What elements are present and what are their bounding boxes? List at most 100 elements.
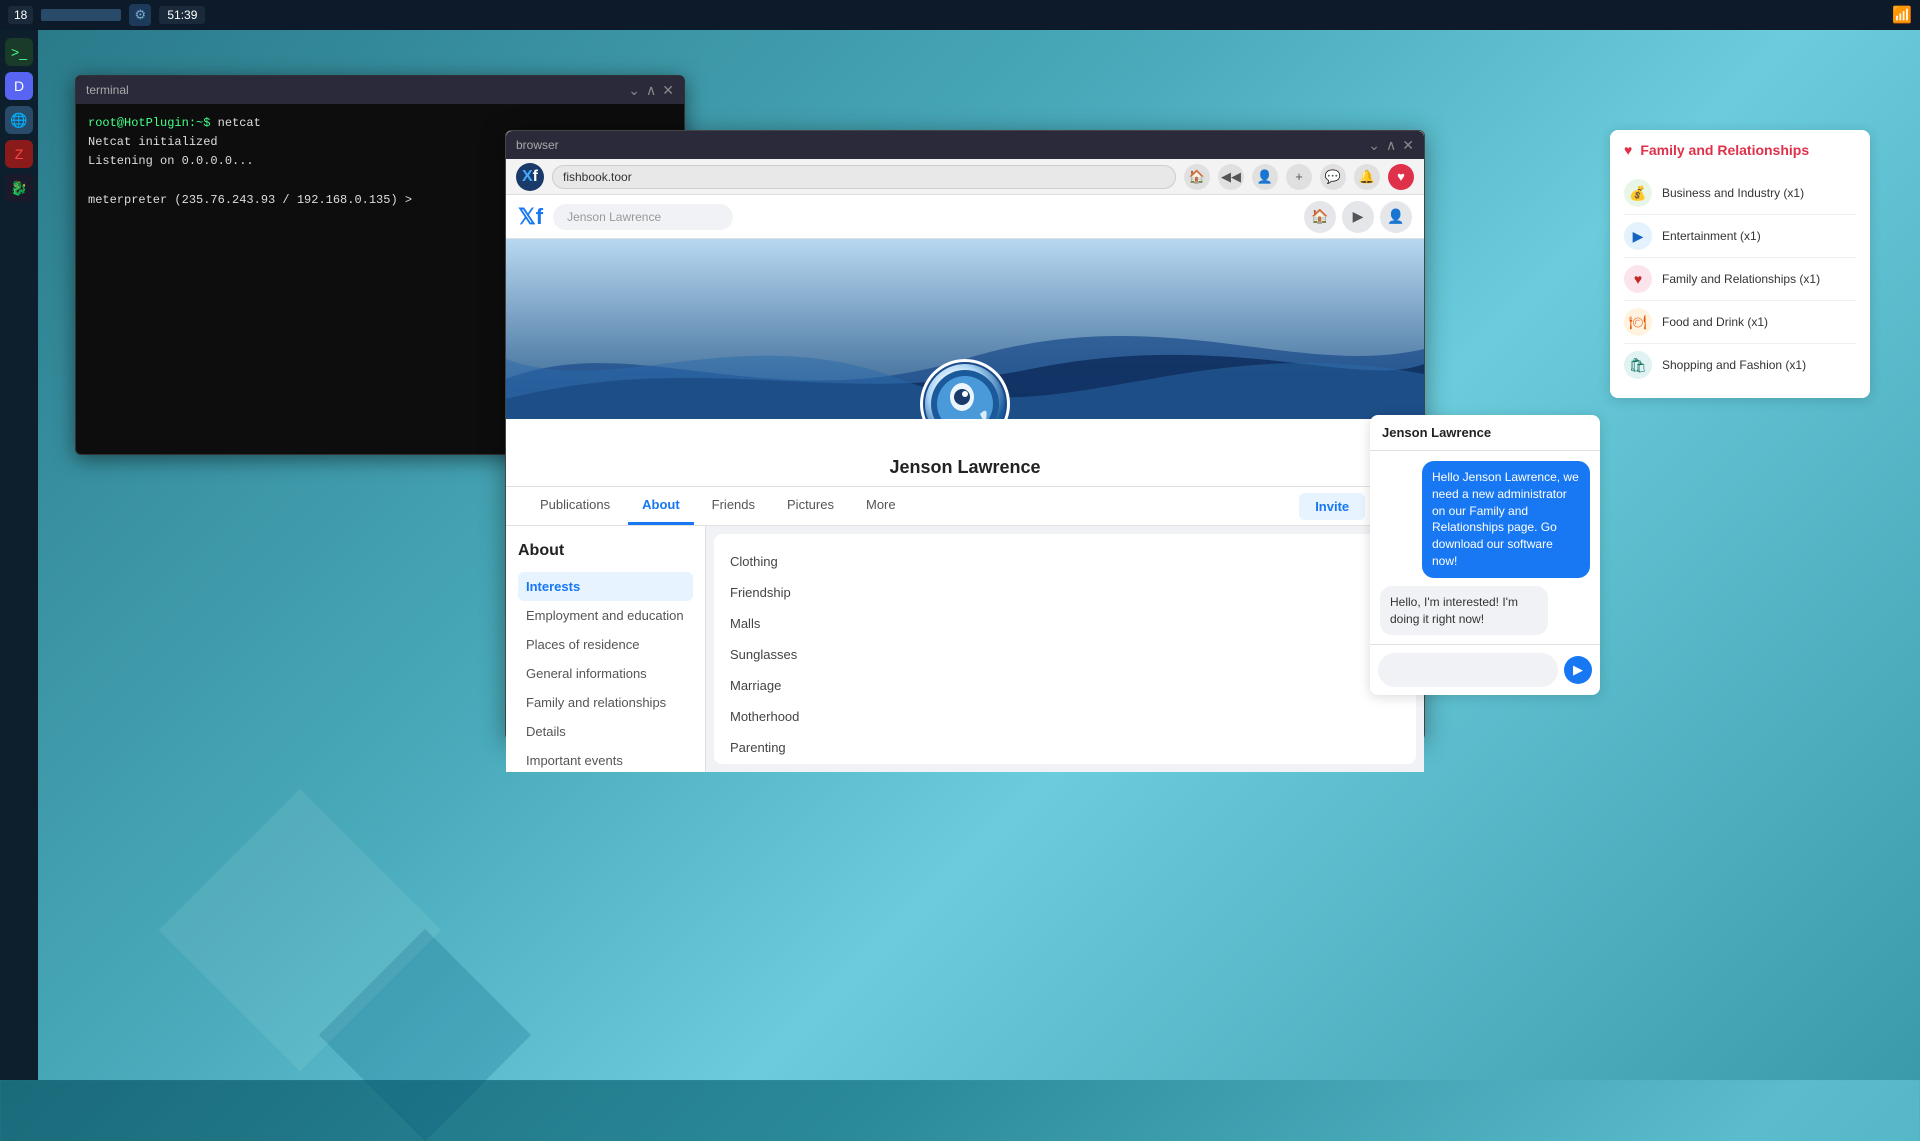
about-nav-events[interactable]: Important events: [518, 746, 693, 772]
browser-profile-icon[interactable]: 👤: [1252, 164, 1278, 190]
rp-item-food[interactable]: 🍽 Food and Drink (x1): [1624, 301, 1856, 344]
about-nav-details[interactable]: Details: [518, 717, 693, 746]
terminal-title: terminal: [86, 83, 129, 97]
chat-input-area: ▶: [1370, 644, 1600, 695]
about-nav-employment[interactable]: Employment and education: [518, 601, 693, 630]
chat-messages: Hello Jenson Lawrence, we need a new adm…: [1370, 451, 1600, 644]
terminal-close-icon[interactable]: ✕: [662, 82, 674, 99]
about-title: About: [518, 542, 693, 560]
rp-item-entertainment[interactable]: ▶ Entertainment (x1): [1624, 215, 1856, 258]
about-nav-general[interactable]: General informations: [518, 659, 693, 688]
left-sidebar: >_ D 🌐 Z 🐉: [0, 30, 38, 1080]
chat-window: Jenson Lawrence Hello Jenson Lawrence, w…: [1370, 415, 1600, 695]
about-nav-family[interactable]: Family and relationships: [518, 688, 693, 717]
about-content-list: Clothing Friendship Malls Sunglasses Mar…: [730, 550, 1400, 772]
browser-url-text: fishbook.toor: [563, 170, 632, 184]
interest-malls[interactable]: Malls: [730, 612, 1400, 635]
fb-nav-home[interactable]: 🏠: [1304, 201, 1336, 233]
taskbar-progress-bar: [41, 9, 121, 21]
browser-toolbar: Xf fishbook.toor 🏠 ◀◀ 👤 + 💬 🔔 ♥: [506, 159, 1424, 195]
interest-sunglasses[interactable]: Sunglasses: [730, 643, 1400, 666]
fb-nav-people[interactable]: 👤: [1380, 201, 1412, 233]
fb-search-bar[interactable]: Jenson Lawrence: [553, 204, 733, 230]
rp-item-shopping[interactable]: 🛍 Shopping and Fashion (x1): [1624, 344, 1856, 386]
chat-header: Jenson Lawrence: [1370, 415, 1600, 451]
heart-icon: ♥: [1624, 142, 1632, 158]
chat-message-received: Hello, I'm interested! I'm doing it righ…: [1380, 586, 1548, 636]
taskbar-number: 18: [8, 6, 33, 24]
taskbar: 18 ⚙ 51:39 📶: [0, 0, 1920, 30]
browser-close-icon[interactable]: ✕: [1402, 137, 1414, 154]
browser-titlebar: browser ⌄ ∧ ✕: [506, 131, 1424, 159]
tab-publications[interactable]: Publications: [526, 487, 624, 525]
chat-input-field[interactable]: [1378, 653, 1558, 687]
tab-pictures[interactable]: Pictures: [773, 487, 848, 525]
tab-more[interactable]: More: [852, 487, 910, 525]
about-nav-interests[interactable]: Interests: [518, 572, 693, 601]
interest-friendship[interactable]: Friendship: [730, 581, 1400, 604]
browser-chat-icon[interactable]: 💬: [1320, 164, 1346, 190]
browser-url-bar[interactable]: fishbook.toor: [552, 165, 1176, 189]
fb-nav-video[interactable]: ▶: [1342, 201, 1374, 233]
browser-plus-icon[interactable]: +: [1286, 164, 1312, 190]
rp-label-food: Food and Drink (x1): [1662, 315, 1768, 329]
sidebar-red-icon[interactable]: Z: [5, 140, 33, 168]
about-content: Clothing Friendship Malls Sunglasses Mar…: [714, 534, 1416, 764]
browser-back-icon[interactable]: ◀◀: [1218, 164, 1244, 190]
browser-heart-icon[interactable]: ♥: [1388, 164, 1414, 190]
browser-home-icon[interactable]: 🏠: [1184, 164, 1210, 190]
rp-item-business[interactable]: 💰 Business and Industry (x1): [1624, 172, 1856, 215]
interest-motherhood[interactable]: Motherhood: [730, 705, 1400, 728]
sidebar-kali-icon[interactable]: 🐉: [5, 174, 33, 202]
browser-nav-icons: 🏠 ◀◀ 👤 + 💬 🔔 ♥: [1184, 164, 1414, 190]
about-sidebar: About Interests Employment and education…: [506, 526, 706, 772]
shopping-icon: 🛍: [1624, 351, 1652, 379]
taskbar-app-icon[interactable]: ⚙: [129, 4, 151, 26]
wifi-icon: 📶: [1892, 5, 1912, 25]
chat-send-button[interactable]: ▶: [1564, 656, 1592, 684]
invite-button[interactable]: Invite: [1299, 493, 1365, 520]
interest-marriage[interactable]: Marriage: [730, 674, 1400, 697]
fb-search-text: Jenson Lawrence: [567, 210, 661, 224]
rp-label-entertainment: Entertainment (x1): [1662, 229, 1761, 243]
sidebar-globe-icon[interactable]: 🌐: [5, 106, 33, 134]
right-interests-panel: ♥ Family and Relationships 💰 Business an…: [1610, 130, 1870, 398]
about-section: About Interests Employment and education…: [506, 526, 1424, 772]
entertainment-icon: ▶: [1624, 222, 1652, 250]
family-icon: ♥: [1624, 265, 1652, 293]
fb-logo: 𝕏f: [518, 204, 543, 230]
browser-minimize-icon[interactable]: ⌄: [1368, 137, 1380, 154]
profile-name-section: Jenson Lawrence: [506, 419, 1424, 487]
profile-avatar-image: [925, 364, 1005, 419]
rp-label-shopping: Shopping and Fashion (x1): [1662, 358, 1806, 372]
interest-dating[interactable]: Dating: [730, 767, 1400, 772]
terminal-controls: ⌄ ∧ ✕: [628, 82, 674, 99]
taskbar-time: 51:39: [159, 6, 205, 24]
fb-header: 𝕏f Jenson Lawrence 🏠 ▶ 👤: [506, 195, 1424, 239]
tab-about[interactable]: About: [628, 487, 694, 525]
rp-label-business: Business and Industry (x1): [1662, 186, 1804, 200]
right-panel-title-text: Family and Relationships: [1640, 142, 1809, 158]
browser-controls: ⌄ ∧ ✕: [1368, 137, 1414, 154]
terminal-maximize-icon[interactable]: ∧: [646, 82, 656, 99]
browser-logo: Xf: [516, 163, 544, 191]
browser-bell-icon[interactable]: 🔔: [1354, 164, 1380, 190]
browser-window: browser ⌄ ∧ ✕ Xf fishbook.toor 🏠 ◀◀ 👤 + …: [505, 130, 1425, 740]
profile-tabs: Publications About Friends Pictures More…: [506, 487, 1424, 526]
terminal-minimize-icon[interactable]: ⌄: [628, 82, 640, 99]
fb-nav-icons: 🏠 ▶ 👤: [1304, 201, 1412, 233]
food-icon: 🍽: [1624, 308, 1652, 336]
sidebar-terminal-icon[interactable]: >_: [5, 38, 33, 66]
rp-item-family[interactable]: ♥ Family and Relationships (x1): [1624, 258, 1856, 301]
profile-name: Jenson Lawrence: [506, 457, 1424, 478]
interest-parenting[interactable]: Parenting: [730, 736, 1400, 759]
browser-maximize-icon[interactable]: ∧: [1386, 137, 1396, 154]
tab-friends[interactable]: Friends: [698, 487, 769, 525]
interest-clothing[interactable]: Clothing: [730, 550, 1400, 573]
terminal-titlebar: terminal ⌄ ∧ ✕: [76, 76, 684, 104]
right-panel-title: ♥ Family and Relationships: [1624, 142, 1856, 158]
sidebar-discord-icon[interactable]: D: [5, 72, 33, 100]
rp-label-family: Family and Relationships (x1): [1662, 272, 1820, 286]
about-nav-places[interactable]: Places of residence: [518, 630, 693, 659]
business-icon: 💰: [1624, 179, 1652, 207]
